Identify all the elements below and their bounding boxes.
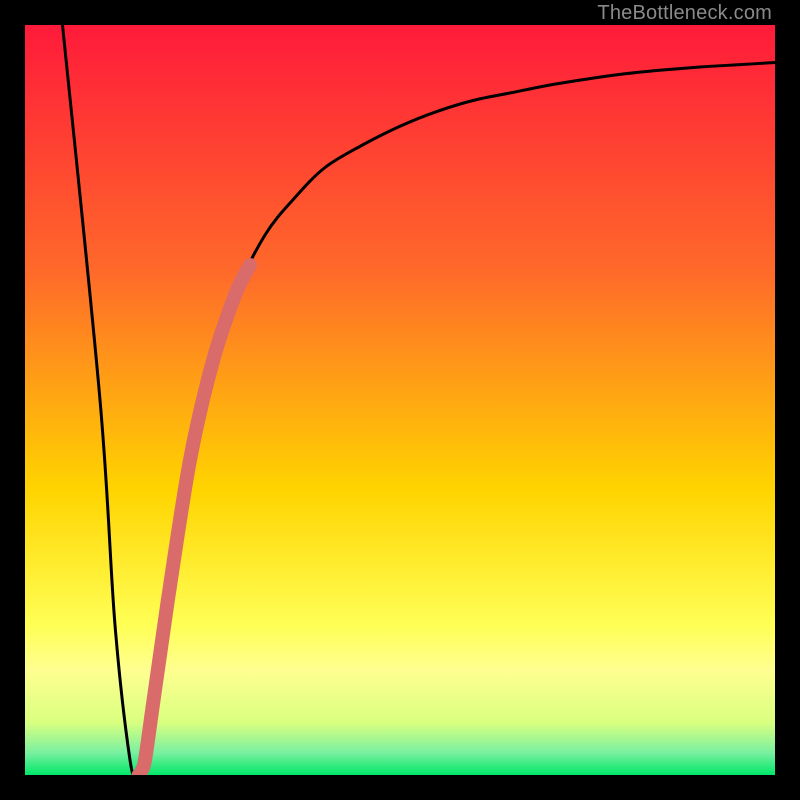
bottleneck-curve [63,25,776,775]
curve-layer [25,25,775,775]
highlight-segment [141,265,250,771]
watermark-text: TheBottleneck.com [597,2,772,25]
outer-frame: TheBottleneck.com [0,0,800,800]
plot-area [25,25,775,775]
